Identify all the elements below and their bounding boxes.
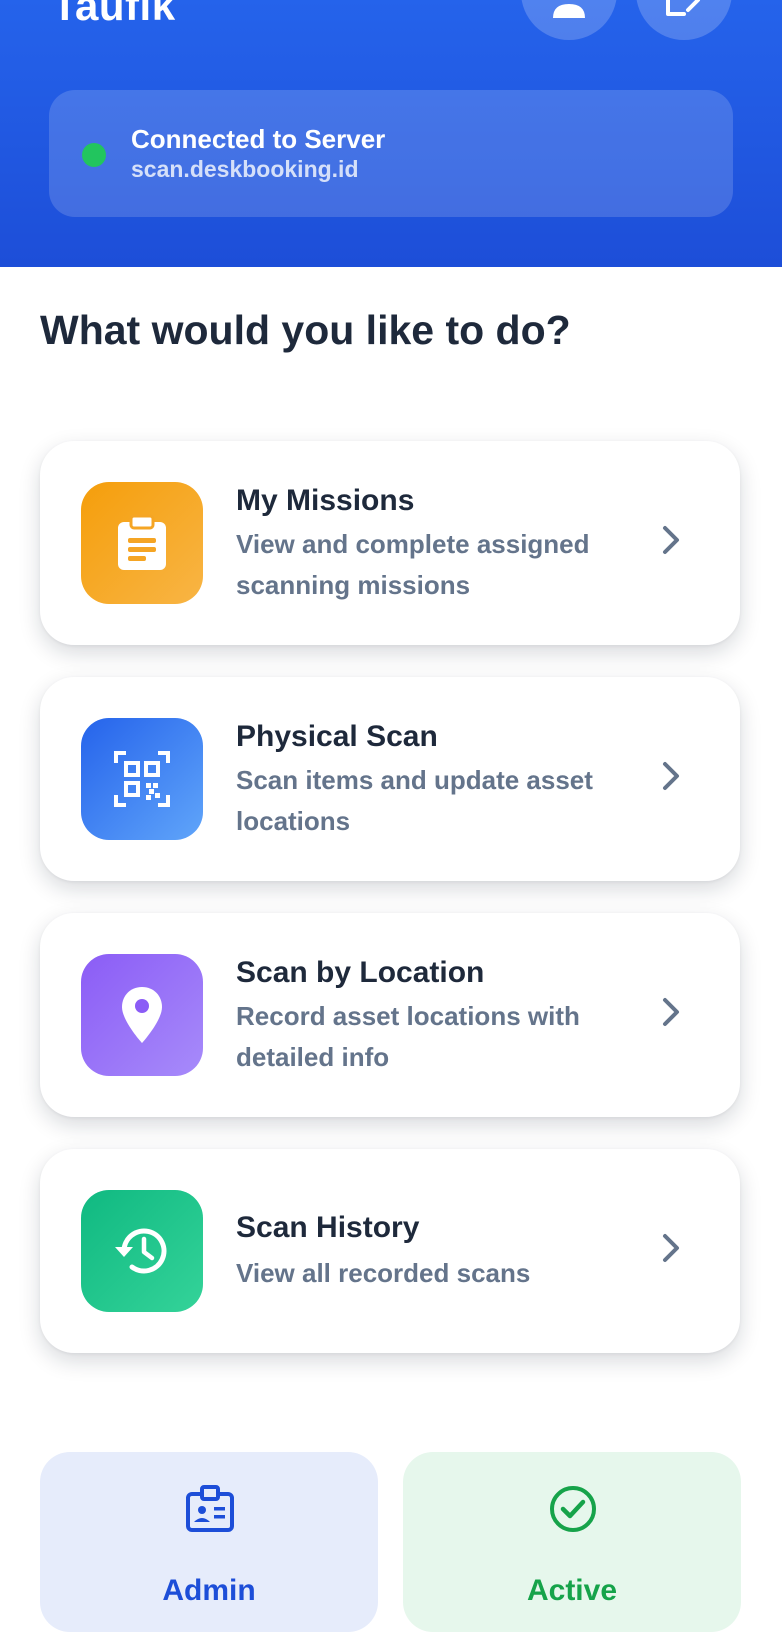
logout-button[interactable] — [636, 0, 732, 40]
id-badge-icon — [186, 1485, 234, 1532]
server-status-dot — [82, 143, 106, 167]
menu-icon-scan-by-location — [81, 954, 203, 1076]
logout-icon — [666, 0, 700, 16]
qr-code-icon — [114, 751, 170, 807]
menu-card-my-missions[interactable]: My Missions View and complete assigned s… — [40, 441, 740, 645]
menu-description: Scan items and update asset locations — [236, 765, 593, 836]
server-url: scan.deskbooking.id — [131, 156, 359, 182]
menu-title: Scan History — [236, 1211, 420, 1244]
user-name: Taufik — [52, 0, 176, 29]
clipboard-icon — [118, 514, 166, 570]
chevron-right-icon — [663, 762, 679, 790]
menu-description: View all recorded scans — [236, 1258, 531, 1288]
app-header: Taufik Connected to Server scan.deskbook… — [0, 0, 782, 267]
menu-icon-my-missions — [81, 482, 203, 604]
chevron-right-icon — [663, 526, 679, 554]
menu-icon-physical-scan — [81, 718, 203, 840]
menu-description: Record asset locations with detailed inf… — [236, 1001, 580, 1072]
menu-title: My Missions — [236, 484, 415, 517]
status-badge: Active — [403, 1452, 741, 1632]
location-pin-icon — [122, 987, 162, 1043]
role-label: Admin — [162, 1574, 256, 1607]
status-label: Active — [526, 1574, 618, 1607]
person-icon — [553, 4, 585, 18]
menu-title: Physical Scan — [236, 720, 438, 753]
profile-button[interactable] — [521, 0, 617, 40]
check-circle-icon — [550, 1486, 596, 1532]
role-badge: Admin — [40, 1452, 378, 1632]
menu-card-physical-scan[interactable]: Physical Scan Scan items and update asse… — [40, 677, 740, 881]
menu-description: View and complete assigned scanning miss… — [236, 529, 590, 600]
menu-icon-scan-history — [81, 1190, 203, 1312]
page-title: What would you like to do? — [40, 307, 571, 353]
chevron-right-icon — [663, 1234, 679, 1262]
menu-card-scan-by-location[interactable]: Scan by Location Record asset locations … — [40, 913, 740, 1117]
menu-card-scan-history[interactable]: Scan History View all recorded scans — [40, 1149, 740, 1353]
history-icon — [115, 1228, 167, 1274]
server-status-title: Connected to Server — [131, 124, 386, 154]
chevron-right-icon — [663, 998, 679, 1026]
menu-title: Scan by Location — [236, 956, 485, 989]
